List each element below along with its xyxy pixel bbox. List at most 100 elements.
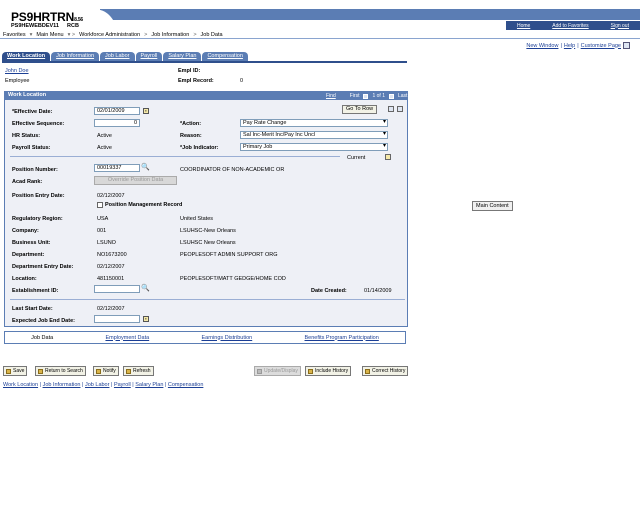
breadcrumb-workforce[interactable]: Workforce Administration bbox=[79, 32, 140, 38]
company-label: Company: bbox=[12, 228, 39, 234]
footer-job-labor[interactable]: Job Labor bbox=[85, 382, 109, 388]
save-button[interactable]: Save bbox=[3, 366, 28, 376]
regulatory-region-label: Regulatory Region: bbox=[12, 216, 63, 222]
notify-button[interactable]: Notify bbox=[93, 366, 119, 376]
action-label: *Action: bbox=[180, 121, 202, 127]
page-tabs: Work Location Job Information Job Labor … bbox=[2, 52, 249, 61]
empl-id-label: Empl ID: bbox=[178, 68, 201, 74]
print-icon[interactable] bbox=[623, 42, 630, 49]
update-icon bbox=[257, 368, 262, 374]
next-icon[interactable] bbox=[388, 93, 394, 99]
refresh-button[interactable]: Refresh bbox=[123, 366, 154, 376]
include-history-icon bbox=[308, 368, 313, 374]
current-label: Current bbox=[347, 155, 366, 161]
row-count: 1 of 1 bbox=[372, 93, 385, 99]
job-data-tabs: Job Data Employment Data Earnings Distri… bbox=[4, 331, 406, 344]
benefits-participation-link[interactable]: Benefits Program Participation bbox=[305, 335, 379, 341]
customize-page-link[interactable]: Customize Page bbox=[581, 43, 621, 49]
job-data-tab: Job Data bbox=[31, 334, 54, 341]
tab-job-information[interactable]: Job Information bbox=[51, 52, 100, 61]
employee-name[interactable]: John Doe bbox=[5, 68, 29, 74]
tab-payroll[interactable]: Payroll bbox=[135, 52, 163, 61]
position-number-input[interactable]: 00019337 bbox=[94, 164, 140, 172]
footer-job-information[interactable]: Job Information bbox=[43, 382, 81, 388]
action-select[interactable]: Pay Rate Change bbox=[240, 119, 388, 127]
menu-arrow: ▾ bbox=[29, 31, 33, 38]
empl-record-value: 0 bbox=[240, 78, 244, 84]
return-to-search-button[interactable]: Return to Search bbox=[35, 366, 86, 376]
first-link[interactable]: First bbox=[350, 93, 360, 99]
favorites-menu[interactable]: Favorites bbox=[3, 32, 26, 38]
new-window-link[interactable]: New Window bbox=[526, 43, 558, 49]
job-indicator-select[interactable]: Primary Job bbox=[240, 143, 388, 151]
establishment-lookup-icon[interactable]: 🔍 bbox=[141, 285, 150, 292]
location-label: Location: bbox=[12, 276, 37, 282]
panel-navigation: Find First 1 of 1 Last bbox=[326, 93, 407, 99]
payroll-status-value: Active bbox=[97, 145, 112, 151]
expected-end-date-label: Expected Job End Date: bbox=[12, 318, 75, 324]
department-entry-date-label: Department Entry Date: bbox=[12, 264, 74, 270]
effective-date-label: *Effective Date: bbox=[12, 109, 53, 115]
main-menu[interactable]: Main Menu bbox=[36, 32, 63, 38]
link-separator: | bbox=[577, 42, 579, 49]
find-link[interactable]: Find bbox=[326, 93, 336, 99]
tab-work-location[interactable]: Work Location bbox=[2, 52, 51, 61]
update-display-button[interactable]: Update/Display bbox=[254, 366, 301, 376]
position-entry-date-label: Position Entry Date: bbox=[12, 193, 65, 199]
refresh-icon bbox=[126, 368, 131, 374]
footer-links: Work Location | Job Information | Job La… bbox=[3, 382, 204, 388]
refresh-label: Refresh bbox=[133, 368, 151, 374]
footer-salary-plan[interactable]: Salary Plan bbox=[135, 382, 163, 388]
date-created-label: Date Created: bbox=[311, 288, 347, 294]
delete-row-icon[interactable] bbox=[397, 106, 403, 112]
breadcrumb-job-information[interactable]: Job Information bbox=[151, 32, 189, 38]
include-history-button[interactable]: Include History bbox=[305, 366, 352, 376]
reason-select[interactable]: Sal Inc-Merit Inc/Pay Inc Uncl bbox=[240, 131, 388, 139]
position-description: COORDINATOR OF NON-ACADEMIC OR bbox=[180, 167, 285, 173]
payroll-status-label: Payroll Status: bbox=[12, 145, 51, 151]
breadcrumb-job-data[interactable]: Job Data bbox=[201, 32, 223, 38]
home-link[interactable]: Home bbox=[517, 23, 530, 29]
empl-record-label: Empl Record: bbox=[178, 78, 214, 84]
position-entry-date-value: 02/12/2007 bbox=[97, 193, 125, 199]
position-management-label: Position Management Record bbox=[105, 202, 183, 208]
effective-date-input[interactable]: 02/01/2009 bbox=[94, 107, 140, 115]
earnings-distribution-link[interactable]: Earnings Distribution bbox=[201, 335, 252, 341]
last-link[interactable]: Last bbox=[398, 93, 407, 99]
last-start-date-value: 02/12/2007 bbox=[97, 306, 125, 312]
footer-work-location[interactable]: Work Location bbox=[3, 382, 38, 388]
previous-icon[interactable] bbox=[363, 93, 369, 99]
position-management-checkbox[interactable] bbox=[97, 202, 103, 208]
establishment-id-input[interactable] bbox=[94, 285, 140, 293]
tab-salary-plan[interactable]: Salary Plan bbox=[163, 52, 202, 61]
expected-end-date-input[interactable] bbox=[94, 315, 140, 323]
last-start-date-label: Last Start Date: bbox=[12, 306, 53, 312]
header-band bbox=[100, 9, 640, 20]
department-value: NO1673200 bbox=[97, 252, 127, 258]
save-icon bbox=[6, 368, 11, 374]
help-link[interactable]: Help bbox=[564, 43, 575, 49]
main-content-tooltip: Main Content bbox=[472, 201, 513, 211]
update-display-label: Update/Display bbox=[264, 368, 298, 374]
add-row-icon[interactable] bbox=[388, 106, 394, 112]
employee-type: Employee bbox=[5, 78, 30, 84]
effective-sequence-input[interactable]: 0 bbox=[94, 119, 140, 127]
sign-out-link[interactable]: Sign out bbox=[611, 23, 629, 29]
correct-history-button[interactable]: Correct History bbox=[362, 366, 409, 376]
tab-compensation[interactable]: Compensation bbox=[202, 52, 248, 61]
calendar-icon[interactable]: ▪ bbox=[143, 316, 149, 322]
employment-data-link[interactable]: Employment Data bbox=[105, 335, 149, 341]
location-description: PEOPLESOFT/MATT GEDGE/HOME COD bbox=[180, 276, 286, 282]
department-description: PEOPLESOFT ADMIN SUPPORT ORG bbox=[180, 252, 278, 258]
override-position-button[interactable]: Override Position Data bbox=[94, 176, 177, 185]
footer-compensation[interactable]: Compensation bbox=[168, 382, 203, 388]
position-lookup-icon[interactable]: 🔍 bbox=[141, 164, 150, 171]
footer-payroll[interactable]: Payroll bbox=[114, 382, 131, 388]
business-unit-description: LSUHSC New Orleans bbox=[180, 240, 236, 246]
current-icon bbox=[385, 154, 391, 160]
calendar-icon[interactable]: ▪ bbox=[143, 108, 149, 114]
go-to-row-button[interactable]: Go To Row bbox=[342, 105, 378, 114]
tab-job-labor[interactable]: Job Labor bbox=[100, 52, 135, 61]
breadcrumb-sep: > bbox=[144, 31, 148, 38]
add-favorites-link[interactable]: Add to Favorites bbox=[552, 23, 588, 29]
